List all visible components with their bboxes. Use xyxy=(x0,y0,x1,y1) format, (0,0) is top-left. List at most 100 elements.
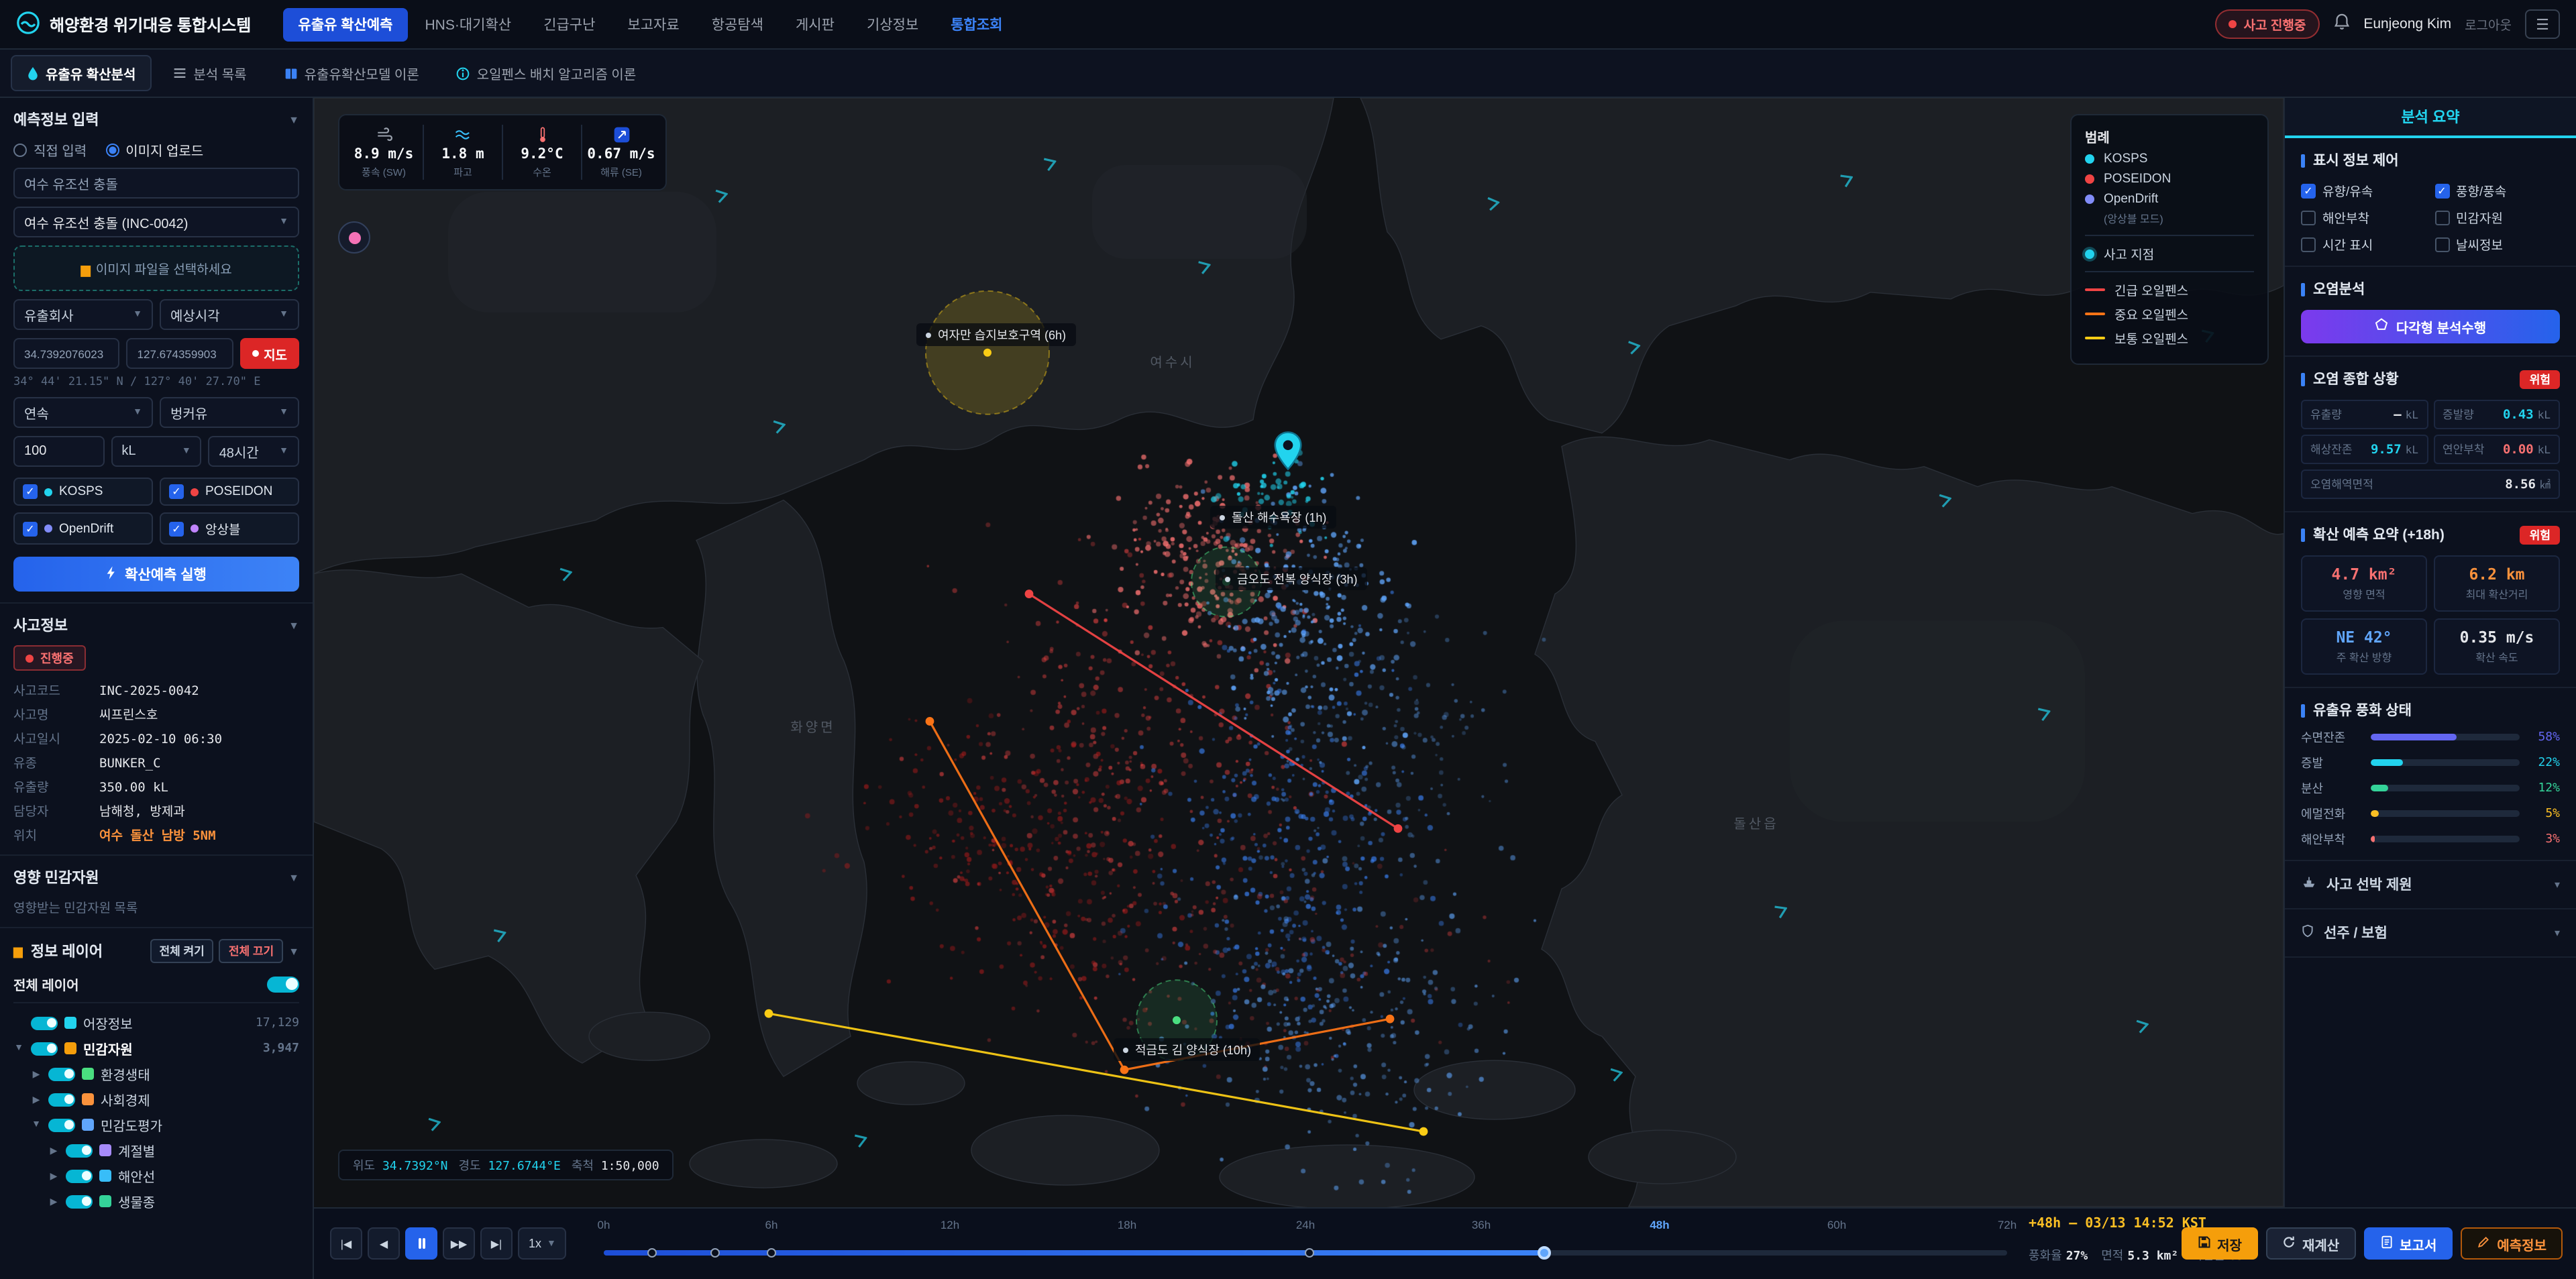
run-prediction-button[interactable]: 확산예측 실행 xyxy=(13,557,299,592)
nav-item[interactable]: 보고자료 xyxy=(612,7,694,41)
all-layers-on-button[interactable]: 전체 켜기 xyxy=(150,939,214,963)
timeline-handle[interactable] xyxy=(1538,1245,1551,1259)
tree-expand-icon[interactable]: ▶ xyxy=(48,1196,59,1207)
latitude-input[interactable] xyxy=(13,338,120,369)
duration-select[interactable]: 48시간▼ xyxy=(209,436,299,467)
map-tool-button[interactable] xyxy=(338,221,370,254)
layer-toggle[interactable] xyxy=(31,1042,58,1055)
display-option-checkbox[interactable]: ✓유향/유속 xyxy=(2301,181,2426,200)
layer-toggle[interactable] xyxy=(48,1067,75,1080)
tree-expand-icon[interactable]: ▼ xyxy=(13,1044,24,1053)
expected-time-select[interactable]: 예상시각▼ xyxy=(160,299,299,330)
bell-icon[interactable] xyxy=(2332,13,2350,35)
checkbox-icon: ✓ xyxy=(23,484,38,499)
tab-analysis-summary[interactable]: 분석 요약 xyxy=(2285,98,2576,138)
longitude-input[interactable] xyxy=(127,338,233,369)
nav-item[interactable]: 긴급구난 xyxy=(529,7,610,41)
sensitive-section-header[interactable]: 영향 민감자원 ▼ xyxy=(13,867,299,888)
pause-button[interactable] xyxy=(405,1227,437,1260)
nav-item[interactable]: 게시판 xyxy=(781,7,849,41)
layer-toggle[interactable] xyxy=(48,1093,75,1106)
nav-item[interactable]: 유출유 확산예측 xyxy=(283,7,407,41)
display-option-checkbox[interactable]: ✓풍향/풍속 xyxy=(2434,181,2560,200)
playback-speed-select[interactable]: 1x▼ xyxy=(518,1227,567,1260)
collapsible-panel-header[interactable]: 사고 선박 제원▾ xyxy=(2285,861,2576,909)
layer-toggle[interactable] xyxy=(66,1144,93,1157)
display-option-checkbox[interactable]: 민감자원 xyxy=(2434,208,2560,227)
layer-tree-row[interactable]: ▶환경생태 xyxy=(13,1061,299,1087)
model-toggle[interactable]: ✓POSEIDON xyxy=(160,478,299,506)
input-mode-radio[interactable]: 직접 입력 xyxy=(13,140,87,160)
display-option-checkbox[interactable]: 해안부착 xyxy=(2301,208,2426,227)
polygon-analysis-button[interactable]: 다각형 분석수행 xyxy=(2301,310,2560,343)
oil-type-select[interactable]: 벙커유▼ xyxy=(160,397,299,428)
release-mode-select[interactable]: 연속▼ xyxy=(13,397,153,428)
layer-tree-row[interactable]: ▶사회경제 xyxy=(13,1087,299,1112)
timeline-track[interactable] xyxy=(604,1249,2007,1255)
nav-item[interactable]: 기상정보 xyxy=(852,7,933,41)
map-canvas-area[interactable]: 여수시화양면돌산읍 여자만 습지보호구역 (6h)돌산 해수욕장 (1h)금오도… xyxy=(314,98,2284,1207)
timeline-event-marker[interactable] xyxy=(1305,1247,1314,1257)
predict-section-header[interactable]: 예측정보 입력 ▼ xyxy=(13,109,299,130)
edit-button[interactable]: 예측정보 xyxy=(2461,1227,2563,1260)
master-layer-toggle[interactable] xyxy=(267,976,299,992)
tree-expand-icon[interactable]: ▶ xyxy=(31,1094,42,1105)
tab-item[interactable]: 분석 목록 xyxy=(157,55,262,91)
display-option-checkbox[interactable]: 날씨정보 xyxy=(2434,235,2560,254)
layer-tree-row[interactable]: ▼민감도평가 xyxy=(13,1112,299,1137)
weather-label: 수온 xyxy=(503,165,581,180)
nav-item[interactable]: 통합조회 xyxy=(936,7,1017,41)
spill-company-select[interactable]: 유출회사▼ xyxy=(13,299,153,330)
map-pick-button[interactable]: 지도 xyxy=(239,338,299,369)
weathering-bar-list: 수면잔존58%증발22%분산12%에멀전화5%해안부착3% xyxy=(2301,728,2560,848)
radio-icon xyxy=(13,143,27,156)
model-toggle[interactable]: ✓KOSPS xyxy=(13,478,153,506)
timeline-event-marker[interactable] xyxy=(647,1247,657,1257)
hamburger-menu-icon[interactable]: ☰ xyxy=(2525,9,2560,39)
layer-tree-row[interactable]: ▶해안선 xyxy=(13,1163,299,1188)
tree-expand-icon[interactable]: ▶ xyxy=(48,1145,59,1156)
tab-item[interactable]: 유출유확산모델 이론 xyxy=(268,55,435,91)
logout-link[interactable]: 로그아웃 xyxy=(2465,15,2512,34)
layer-tree-row[interactable]: 어장정보17,129 xyxy=(13,1010,299,1036)
incident-section-header[interactable]: 사고정보 ▼ xyxy=(13,614,299,636)
layer-toggle[interactable] xyxy=(66,1194,93,1208)
input-mode-radio[interactable]: 이미지 업로드 xyxy=(105,140,203,160)
model-toggle[interactable]: ✓OpenDrift xyxy=(13,512,153,545)
model-toggle[interactable]: ✓앙상블 xyxy=(160,512,299,545)
amount-input[interactable] xyxy=(13,436,104,467)
accident-location-pin[interactable] xyxy=(1273,431,1303,475)
app-title: 해양환경 위기대응 통합시스템 xyxy=(50,13,251,36)
skip-end-button[interactable]: ▶| xyxy=(480,1227,513,1260)
nav-item[interactable]: HNS·대기확산 xyxy=(411,7,527,41)
step-back-button[interactable]: ◀ xyxy=(368,1227,400,1260)
predict-input-section: 예측정보 입력 ▼ 직접 입력 이미지 업로드 여수 유조선 충돌 (INC-00… xyxy=(0,98,313,604)
incident-select[interactable]: 여수 유조선 충돌 (INC-0042)▼ xyxy=(13,207,299,237)
fast-forward-button[interactable]: ▶▶ xyxy=(443,1227,475,1260)
tree-expand-icon[interactable]: ▶ xyxy=(48,1170,59,1181)
save-button[interactable]: 저장 xyxy=(2181,1227,2258,1260)
display-option-checkbox[interactable]: 시간 표시 xyxy=(2301,235,2426,254)
refresh-button[interactable]: 재계산 xyxy=(2266,1227,2355,1260)
timeline-event-marker[interactable] xyxy=(710,1247,720,1257)
tab-item[interactable]: 유출유 확산분석 xyxy=(11,55,152,91)
image-upload-dropzone[interactable]: ▆이미지 파일을 선택하세요 xyxy=(13,245,299,291)
all-layers-off-button[interactable]: 전체 끄기 xyxy=(219,939,283,963)
layer-toggle[interactable] xyxy=(31,1016,58,1030)
layer-tree-row[interactable]: ▶생물종 xyxy=(13,1188,299,1214)
nav-item[interactable]: 항공탐색 xyxy=(697,7,778,41)
tab-item[interactable]: 오일펜스 배치 알고리즘 이론 xyxy=(441,55,653,91)
report-button[interactable]: 보고서 xyxy=(2363,1227,2453,1260)
incident-name-input[interactable] xyxy=(13,168,299,199)
layer-tree-row[interactable]: ▶계절별 xyxy=(13,1137,299,1163)
unit-select[interactable]: kL▼ xyxy=(111,436,201,467)
layer-toggle[interactable] xyxy=(66,1169,93,1182)
skip-start-button[interactable]: |◀ xyxy=(330,1227,362,1260)
collapsible-panel-header[interactable]: 선주 / 보험▾ xyxy=(2285,909,2576,958)
tree-expand-icon[interactable]: ▶ xyxy=(31,1068,42,1079)
tree-expand-icon[interactable]: ▼ xyxy=(31,1120,42,1129)
layer-tree-row[interactable]: ▼민감자원3,947 xyxy=(13,1036,299,1061)
timeline-event-marker[interactable] xyxy=(767,1247,776,1257)
layer-toggle[interactable] xyxy=(48,1118,75,1131)
legend-fence-row: 중요 오일펜스 xyxy=(2085,304,2254,323)
